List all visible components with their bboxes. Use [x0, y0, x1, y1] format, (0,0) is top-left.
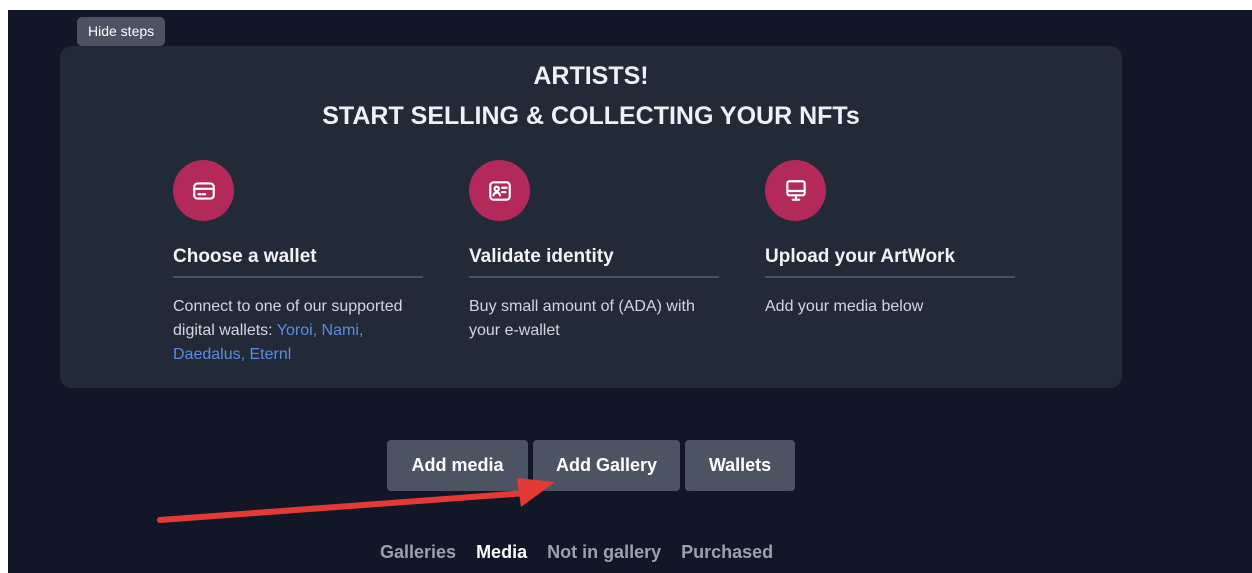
step-validate-identity: Validate identity Buy small amount of (A… — [469, 160, 719, 343]
step-icon-circle — [469, 160, 530, 221]
onboarding-card: ARTISTS! START SELLING & COLLECTING YOUR… — [60, 46, 1122, 388]
step-title: Upload your ArtWork — [765, 246, 956, 267]
annotation-arrow-shaft — [157, 490, 529, 523]
step-description: Add your media below — [765, 298, 924, 315]
banner-title-line1: ARTISTS! — [533, 62, 649, 90]
monitor-icon — [785, 179, 806, 201]
add-gallery-button[interactable]: Add Gallery — [533, 440, 680, 491]
step-divider — [173, 276, 423, 278]
step-title: Choose a wallet — [173, 246, 317, 267]
step-icon-circle — [765, 160, 826, 221]
hide-steps-button[interactable]: Hide steps — [77, 17, 166, 46]
app-frame: Hide steps ARTISTS! START SELLING & COLL… — [8, 10, 1252, 573]
wallets-button[interactable]: Wallets — [685, 440, 795, 491]
step-divider — [469, 276, 719, 278]
tab-purchased[interactable]: Purchased — [681, 542, 773, 563]
step-choose-wallet: Choose a wallet Connect to one of our su… — [173, 160, 423, 367]
banner-title-line2: START SELLING & COLLECTING YOUR NFTs — [322, 102, 860, 130]
step-description: Connect to one of our supported digital … — [173, 295, 423, 367]
credit-card-icon — [192, 181, 215, 200]
step-divider — [765, 276, 1015, 278]
step-upload-artwork: Upload your ArtWork Add your media below — [765, 160, 1015, 319]
tab-galleries[interactable]: Galleries — [380, 542, 456, 563]
step-description: Buy small amount of (ADA) with your e-wa… — [469, 298, 695, 339]
step-title: Validate identity — [469, 246, 614, 267]
add-media-button[interactable]: Add media — [387, 440, 528, 491]
tab-not-in-gallery[interactable]: Not in gallery — [547, 542, 661, 563]
id-card-icon — [488, 180, 511, 201]
tab-media[interactable]: Media — [476, 542, 527, 563]
content-tabs: Galleries Media Not in gallery Purchased — [380, 542, 773, 563]
step-icon-circle — [173, 160, 234, 221]
